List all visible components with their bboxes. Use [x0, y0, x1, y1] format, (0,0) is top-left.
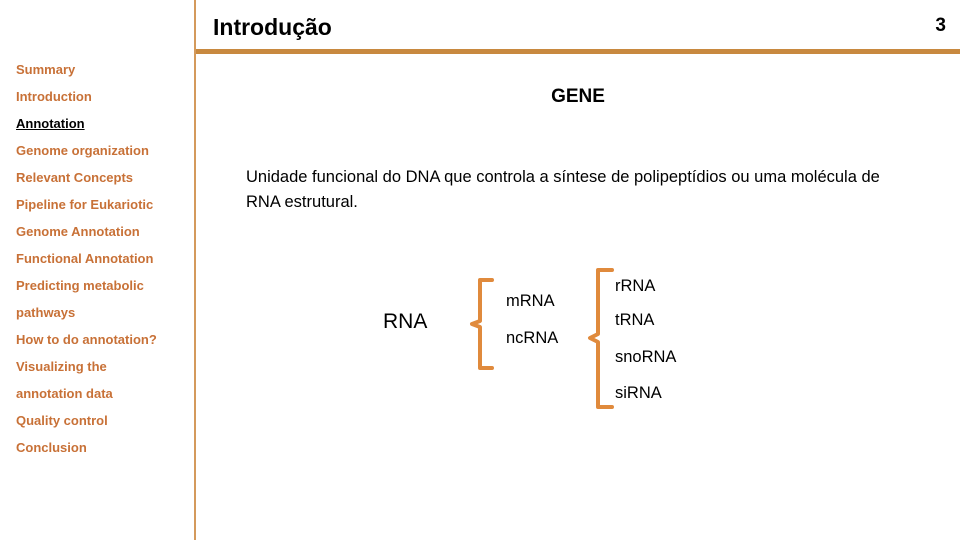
- brace-rna-to-subtypes-icon: [470, 278, 494, 370]
- header-rule: [196, 49, 960, 54]
- rna-label-trna: tRNA: [615, 311, 655, 329]
- sidebar-item-annotation[interactable]: Annotation: [0, 110, 194, 137]
- sidebar-item-summary[interactable]: Summary: [0, 56, 194, 83]
- page-number: 3: [935, 15, 946, 36]
- rna-label-snorna: snoRNA: [615, 348, 677, 366]
- page-title: Introdução: [213, 14, 332, 40]
- sidebar-item-genome-organization[interactable]: Genome organization: [0, 137, 194, 164]
- gene-heading: GENE: [551, 86, 605, 107]
- sidebar-nav: Summary Introduction Annotation Genome o…: [0, 56, 194, 461]
- sidebar-item-predicting-metabolic[interactable]: Predicting metabolic: [0, 272, 194, 299]
- sidebar-item-functional-annotation[interactable]: Functional Annotation: [0, 245, 194, 272]
- sidebar-item-visualizing-the[interactable]: Visualizing the: [0, 353, 194, 380]
- rna-label-rrna: rRNA: [615, 277, 656, 295]
- sidebar-divider: [194, 0, 196, 540]
- rna-label-mrna: mRNA: [506, 292, 555, 310]
- brace-ncrna-to-subtypes-icon: [588, 268, 614, 409]
- rna-root-label: RNA: [383, 310, 428, 333]
- sidebar-item-how-to-do-annotation[interactable]: How to do annotation?: [0, 326, 194, 353]
- sidebar-item-introduction[interactable]: Introduction: [0, 83, 194, 110]
- sidebar-item-pathways[interactable]: pathways: [0, 299, 194, 326]
- sidebar-item-conclusion[interactable]: Conclusion: [0, 434, 194, 461]
- sidebar-item-quality-control[interactable]: Quality control: [0, 407, 194, 434]
- sidebar-item-annotation-data[interactable]: annotation data: [0, 380, 194, 407]
- rna-classification-diagram: RNA mRNA ncRNA rRNA tRNA snoRNA siRNA: [370, 265, 730, 420]
- sidebar-item-relevant-concepts[interactable]: Relevant Concepts: [0, 164, 194, 191]
- slide-canvas: Introdução 3 Summary Introduction Annota…: [0, 0, 960, 540]
- gene-definition-text: Unidade funcional do DNA que controla a …: [246, 168, 880, 211]
- rna-label-sirna: siRNA: [615, 384, 662, 402]
- sidebar-item-genome-annotation[interactable]: Genome Annotation: [0, 218, 194, 245]
- sidebar-item-pipeline-for-eukariotic[interactable]: Pipeline for Eukariotic: [0, 191, 194, 218]
- rna-label-ncrna: ncRNA: [506, 329, 559, 347]
